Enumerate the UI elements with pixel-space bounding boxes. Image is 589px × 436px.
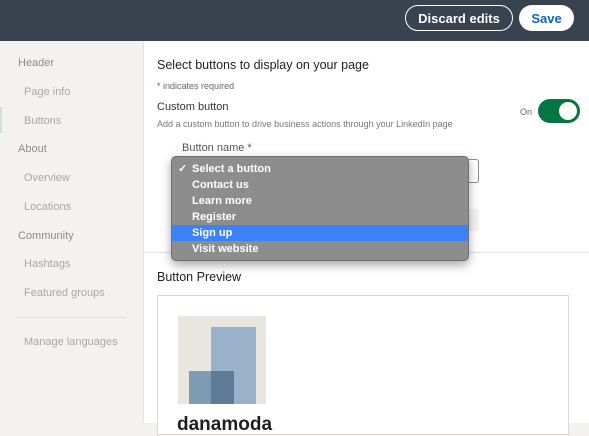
sidebar-item-locations[interactable]: Locations [24, 201, 71, 213]
save-button[interactable]: Save [519, 5, 574, 31]
dropdown-option-contact-us[interactable]: Contact us [172, 177, 468, 193]
company-logo [178, 316, 266, 404]
sidebar-item-featured-groups[interactable]: Featured groups [24, 287, 105, 299]
sidebar-section-header: Header [18, 57, 55, 69]
toggle-knob [559, 102, 577, 120]
sidebar-section-about: About [18, 143, 47, 155]
button-preview-label: Button Preview [157, 270, 242, 284]
sidebar-item-page-info[interactable]: Page info [24, 86, 70, 98]
dropdown-option-label: Sign up [192, 227, 233, 239]
sidebar-item-manage-languages[interactable]: Manage languages [24, 336, 118, 348]
required-star: * [157, 81, 161, 91]
dropdown-option-label: Contact us [192, 179, 249, 191]
sidebar-section-community: Community [18, 230, 74, 242]
required-note-text: indicates required [163, 81, 235, 91]
sidebar: Header Page info Buttons About Overview … [0, 41, 143, 423]
sidebar-item-hashtags[interactable]: Hashtags [24, 258, 70, 270]
custom-button-toggle[interactable] [538, 99, 580, 123]
sidebar-item-overview[interactable]: Overview [24, 172, 70, 184]
top-bar: Discard edits Save [0, 0, 589, 41]
dropdown-option-learn-more[interactable]: Learn more [172, 193, 468, 209]
toggle-state-label: On [520, 107, 533, 117]
discard-edits-button[interactable]: Discard edits [405, 5, 513, 31]
button-name-label: Button name * [182, 142, 252, 154]
dropdown-option-label: Visit website [192, 243, 259, 255]
sidebar-active-indicator [0, 107, 2, 133]
dropdown-option-sign-up[interactable]: Sign up [172, 225, 468, 241]
required-note: * indicates required [157, 81, 234, 91]
sidebar-item-buttons[interactable]: Buttons [24, 115, 61, 127]
dropdown-option-select-a-button[interactable]: ✓ Select a button [172, 161, 468, 177]
dropdown-option-label: Select a button [192, 163, 271, 175]
sidebar-divider [16, 317, 126, 318]
dropdown-option-label: Learn more [192, 195, 252, 207]
company-name: danamoda [177, 414, 273, 435]
button-name-dropdown-menu: ✓ Select a button Contact us Learn more … [171, 156, 469, 261]
dropdown-option-visit-website[interactable]: Visit website [172, 241, 468, 257]
dropdown-option-label: Register [192, 211, 237, 223]
checkmark-icon: ✓ [178, 163, 188, 175]
preview-card: danamoda [157, 295, 569, 435]
dropdown-option-register[interactable]: Register [172, 209, 468, 225]
custom-button-label: Custom button [157, 101, 229, 113]
page-title: Select buttons to display on your page [157, 58, 369, 72]
custom-button-description: Add a custom button to drive business ac… [157, 119, 453, 129]
